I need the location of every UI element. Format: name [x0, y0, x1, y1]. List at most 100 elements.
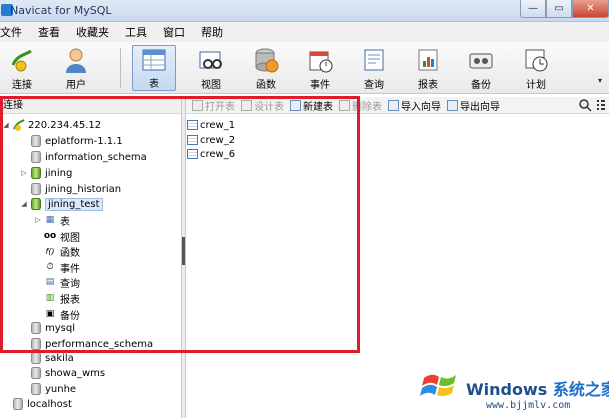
tree-db-jining-historian[interactable]: jining_historian [20, 181, 181, 197]
database-open-icon [31, 167, 41, 179]
menu-tools[interactable]: 工具 [117, 24, 155, 40]
tree-connection-node[interactable]: ◢ 220.234.45.12 [2, 117, 181, 133]
delete-table-icon [339, 99, 350, 111]
event-icon [306, 47, 334, 73]
schedule-icon [522, 47, 550, 73]
backup-icon: ▣ [45, 309, 55, 319]
menu-window[interactable]: 窗口 [155, 24, 193, 40]
tree-obj-queries[interactable]: ▤ 查询 [42, 274, 181, 290]
event-icon: ⏱ [46, 262, 54, 272]
tree-obj-events[interactable]: ⏱ 事件 [42, 259, 181, 275]
table-icon [187, 149, 198, 159]
tree-obj-tables[interactable]: ▷ ▦ 表 [34, 212, 181, 228]
tree-connection-localhost[interactable]: localhost [2, 396, 181, 412]
tree-db-showa-wms[interactable]: showa_wms [20, 365, 181, 381]
database-icon [31, 367, 41, 379]
table-icon: ▦ [45, 215, 55, 225]
design-table-button[interactable]: 设计表 [241, 98, 284, 113]
connection-panel-header: 连接 [0, 97, 181, 114]
menu-bar: 文件 查看 收藏夹 工具 窗口 帮助 [0, 22, 609, 42]
report-icon: ▥ [45, 293, 55, 303]
toolbar-user-button[interactable]: 用户 [54, 45, 98, 91]
watermark-brand: Windows 系统之家 [466, 380, 609, 399]
backup-icon [467, 47, 495, 73]
collapse-toggle-icon[interactable]: ◢ [20, 200, 28, 208]
list-item[interactable]: crew_6 [186, 147, 235, 161]
tree-db-sakila[interactable]: sakila [20, 350, 181, 366]
view-icon [197, 47, 225, 73]
close-button[interactable]: ✕ [572, 0, 609, 18]
database-icon [31, 322, 41, 334]
tree-obj-reports[interactable]: ▥ 报表 [42, 290, 181, 306]
open-table-button[interactable]: 打开表 [192, 98, 235, 113]
user-icon [62, 47, 90, 73]
toolbar-overflow-icon[interactable]: ▾ [598, 76, 602, 85]
toolbar-connection-button[interactable]: 连接 [0, 45, 44, 91]
minimize-button[interactable]: — [520, 0, 546, 18]
design-table-icon [241, 99, 252, 111]
maximize-button[interactable]: ▭ [546, 0, 572, 18]
tree-db-jining-test[interactable]: ◢ jining_test [20, 196, 181, 212]
windows-logo-icon [420, 374, 456, 397]
search-icon[interactable] [578, 98, 592, 112]
database-icon [31, 151, 41, 163]
new-table-icon [290, 99, 301, 111]
app-window: Navicat for MySQL — ▭ ✕ 文件 查看 收藏夹 工具 窗口 … [0, 0, 609, 418]
table-icon [187, 120, 198, 130]
connection-icon [13, 119, 25, 131]
watermark-url: www.bjjmlv.com [486, 400, 571, 411]
watermark: Windows 系统之家 www.bjjmlv.com [418, 366, 609, 418]
import-wizard-icon [388, 99, 399, 111]
tree-obj-views[interactable]: oo 视图 [42, 228, 181, 244]
tree-db-mysql[interactable]: mysql [20, 320, 181, 336]
query-icon [360, 47, 388, 73]
table-icon [187, 135, 198, 145]
tree-obj-functions[interactable]: f() 函数 [42, 243, 181, 259]
expand-toggle-icon[interactable]: ▷ [20, 169, 28, 177]
menu-favorites[interactable]: 收藏夹 [68, 24, 117, 40]
title-bar: Navicat for MySQL — ▭ ✕ [0, 0, 609, 22]
tree-db-eplatform[interactable]: eplatform-1.1.1 [20, 133, 181, 149]
view-icon: oo [43, 231, 57, 241]
database-icon [31, 352, 41, 364]
tree-db-jining[interactable]: ▷ jining [20, 165, 181, 181]
view-options-icon[interactable] [596, 98, 606, 112]
database-icon [31, 183, 41, 195]
connection-tree: ◢ 220.234.45.12 eplatform-1.1.1 informat… [0, 114, 181, 418]
toolbar-query-button[interactable]: 查询 [352, 45, 396, 91]
menu-view[interactable]: 查看 [30, 24, 68, 40]
database-icon [31, 338, 41, 350]
toolbar-event-button[interactable]: 事件 [298, 45, 342, 91]
menu-file[interactable]: 文件 [0, 24, 30, 40]
table-icon [140, 48, 168, 72]
list-item[interactable]: crew_2 [186, 133, 235, 147]
main-toolbar: 连接 用户 表 视图 函数 事件 查询 报表 备份 计划 ▾ [0, 42, 609, 94]
import-wizard-button[interactable]: 导入向导 [388, 98, 441, 113]
delete-table-button[interactable]: 删除表 [339, 98, 382, 113]
report-icon [414, 47, 442, 73]
list-item[interactable]: crew_1 [186, 118, 235, 132]
toolbar-table-button[interactable]: 表 [132, 45, 176, 91]
tree-db-information-schema[interactable]: information_schema [20, 149, 181, 165]
function-icon [252, 47, 280, 73]
export-wizard-button[interactable]: 导出向导 [447, 98, 500, 113]
new-table-button[interactable]: 新建表 [290, 98, 333, 113]
function-icon: f() [45, 246, 55, 256]
object-toolbar: 打开表 设计表 新建表 删除表 导入向导 导出向导 [186, 97, 609, 114]
expand-toggle-icon[interactable]: ▷ [34, 216, 42, 224]
toolbar-function-button[interactable]: 函数 [244, 45, 288, 91]
splitter-grip-icon[interactable] [182, 237, 185, 265]
menu-help[interactable]: 帮助 [193, 24, 231, 40]
collapse-toggle-icon[interactable]: ◢ [2, 121, 10, 129]
toolbar-view-button[interactable]: 视图 [189, 45, 233, 91]
toolbar-schedule-button[interactable]: 计划 [514, 45, 558, 91]
toolbar-report-button[interactable]: 报表 [406, 45, 450, 91]
toolbar-separator [120, 48, 121, 88]
database-open-icon [31, 198, 41, 210]
database-icon [31, 135, 41, 147]
connection-icon [8, 47, 36, 73]
query-icon: ▤ [45, 277, 55, 287]
tree-db-yunhe[interactable]: yunhe [20, 381, 181, 397]
window-title: Navicat for MySQL [10, 4, 112, 17]
toolbar-backup-button[interactable]: 备份 [459, 45, 503, 91]
